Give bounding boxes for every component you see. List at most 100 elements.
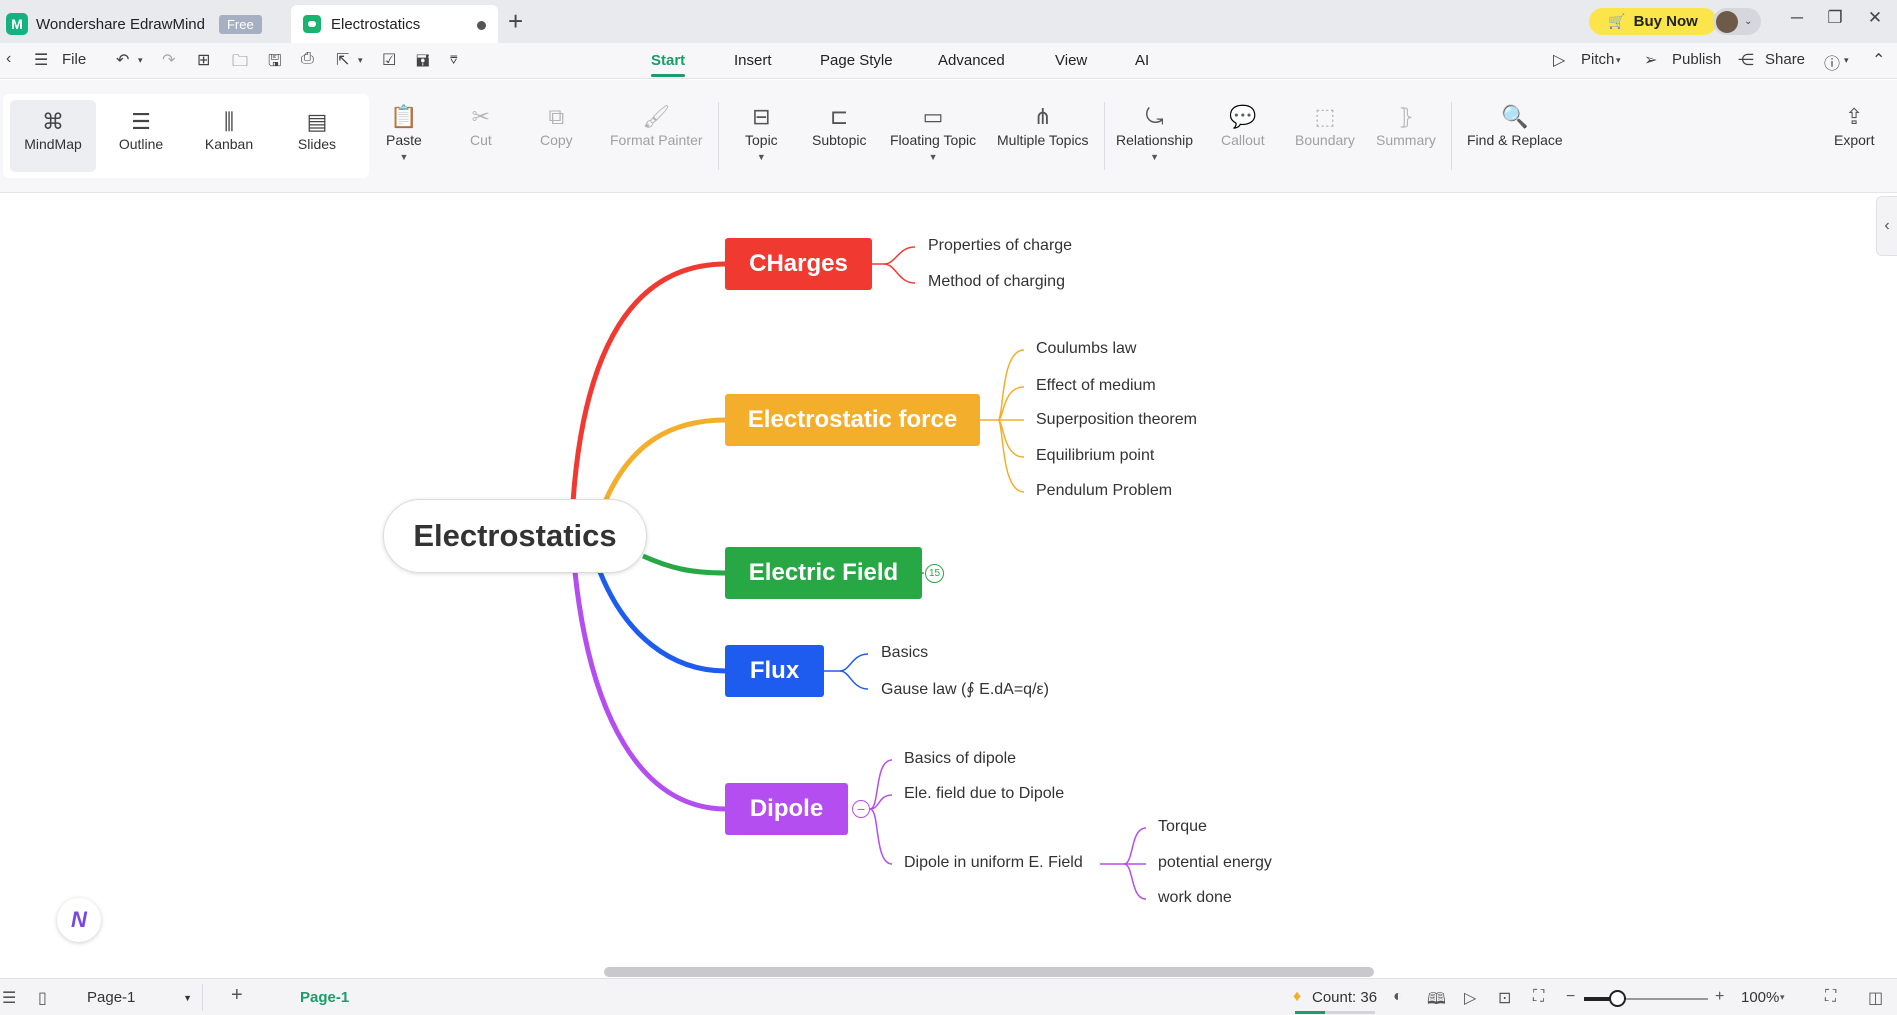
topic-charges[interactable]: CHarges: [725, 238, 872, 290]
tab-ai[interactable]: AI: [1135, 52, 1149, 69]
outline-panel-icon[interactable]: ☰: [2, 988, 16, 1008]
export-dropdown-icon[interactable]: ▾: [358, 55, 363, 66]
help-icon[interactable]: ⓘ: [1824, 50, 1840, 74]
topic-electric-field[interactable]: Electric Field: [725, 547, 922, 599]
undo-dropdown-icon[interactable]: ▾: [138, 55, 143, 66]
close-icon[interactable]: ✕: [1860, 8, 1890, 28]
undo-icon[interactable]: ↶: [116, 50, 129, 70]
avatar[interactable]: ⌄: [1713, 8, 1761, 35]
subtopic-item[interactable]: Ele. field due to Dipole: [904, 785, 1064, 803]
new-tab-button[interactable]: +: [508, 6, 523, 37]
subtopic-item[interactable]: Method of charging: [928, 273, 1065, 291]
add-page-button[interactable]: +: [231, 984, 243, 1007]
share-button[interactable]: Share: [1765, 51, 1805, 68]
ai-assistant-icon[interactable]: N: [57, 898, 101, 942]
view-kanban-button[interactable]: ⫼ Kanban: [186, 100, 272, 172]
topic-dropdown-icon[interactable]: ▼: [757, 152, 766, 162]
publish-icon[interactable]: ➢: [1644, 50, 1657, 70]
tab-view[interactable]: View: [1055, 52, 1087, 69]
print-icon[interactable]: ⎙: [301, 50, 314, 68]
checkbox-icon[interactable]: ☑: [382, 50, 396, 70]
page-tab[interactable]: Page-1: [300, 989, 349, 1006]
subtopic-item[interactable]: Basics of dipole: [904, 750, 1016, 768]
subtopic-item[interactable]: Equilibrium point: [1036, 447, 1154, 465]
collapse-branch-button[interactable]: −: [852, 800, 870, 818]
view-mindmap-button[interactable]: ⌘ MindMap: [10, 100, 96, 172]
zoom-slider-handle[interactable]: [1609, 990, 1626, 1007]
tab-start[interactable]: Start: [651, 52, 686, 77]
unsaved-dot-icon[interactable]: [477, 21, 486, 30]
save-icon[interactable]: 🖫: [268, 50, 282, 77]
hamburger-menu-icon[interactable]: ☰: [34, 50, 48, 70]
tab-insert[interactable]: Insert: [734, 52, 772, 69]
subtopic-item[interactable]: Superposition theorem: [1036, 411, 1197, 429]
back-icon[interactable]: ‹: [6, 50, 11, 68]
subtopic-item[interactable]: work done: [1158, 889, 1232, 907]
subtopic-item[interactable]: potential energy: [1158, 854, 1272, 872]
summary-button[interactable]: ⦄ Summary: [1376, 102, 1436, 148]
find-replace-button[interactable]: 🔍 Find & Replace: [1467, 102, 1563, 148]
topic-electrostatic-force[interactable]: Electrostatic force: [725, 394, 980, 446]
pitch-button[interactable]: Pitch: [1581, 51, 1614, 68]
fit-page-icon[interactable]: ⊡: [1498, 988, 1511, 1008]
multiple-topics-button[interactable]: ⋔ Multiple Topics: [997, 102, 1089, 148]
save-as-icon[interactable]: 🖬: [416, 50, 430, 77]
relationship-dropdown-icon[interactable]: ▼: [1150, 152, 1159, 162]
mindmap-canvas[interactable]: Electrostatics CHarges Electrostatic for…: [0, 194, 1897, 978]
paste-button[interactable]: 📋 Paste ▼: [386, 102, 422, 162]
view-outline-button[interactable]: ☰ Outline: [98, 100, 184, 172]
pitch-icon[interactable]: ▷: [1553, 50, 1565, 70]
export-quick-icon[interactable]: ⇱: [336, 50, 349, 70]
new-file-icon[interactable]: ⊞: [197, 50, 210, 70]
book-view-icon[interactable]: 🕮: [1427, 988, 1446, 1015]
share-icon[interactable]: ⋲: [1738, 50, 1754, 70]
pitch-dropdown-icon[interactable]: ▾: [1616, 55, 1621, 66]
file-menu[interactable]: File: [62, 51, 86, 68]
redo-icon[interactable]: ↷: [162, 50, 175, 70]
cut-button[interactable]: ✂ Cut: [470, 102, 492, 148]
subtopic-item[interactable]: Properties of charge: [928, 237, 1072, 255]
subtopic-item[interactable]: Effect of medium: [1036, 377, 1156, 395]
document-tab[interactable]: Electrostatics: [291, 5, 498, 43]
restore-icon[interactable]: ❐: [1820, 8, 1850, 28]
tab-page-style[interactable]: Page Style: [820, 52, 893, 69]
format-painter-button[interactable]: 🖌 Format Painter: [610, 102, 703, 148]
subtopic-item[interactable]: Coulumbs law: [1036, 340, 1136, 358]
collapsed-count-badge[interactable]: 15: [925, 564, 944, 583]
central-topic[interactable]: Electrostatics: [383, 499, 647, 573]
theme-icon[interactable]: ◐: [1393, 988, 1403, 1006]
app-tab[interactable]: M Wondershare EdrawMind Free: [6, 5, 262, 43]
subtopic-item[interactable]: Torque: [1158, 818, 1207, 836]
export-button[interactable]: ⇪ Export: [1834, 102, 1874, 148]
fit-width-icon[interactable]: ⛶: [1533, 988, 1544, 1006]
subtopic-item[interactable]: Gause law (∮ E.dA=q/ε): [881, 679, 1049, 699]
subtopic-button[interactable]: ⊏ Subtopic: [812, 102, 866, 148]
buy-now-button[interactable]: 🛒 Buy Now: [1589, 8, 1717, 35]
boundary-button[interactable]: ⬚ Boundary: [1295, 102, 1355, 148]
help-dropdown-icon[interactable]: ▾: [1844, 55, 1849, 66]
collapse-ribbon-icon[interactable]: ⌃: [1872, 50, 1885, 70]
callout-button[interactable]: 💬 Callout: [1221, 102, 1265, 148]
zoom-out-button[interactable]: −: [1566, 988, 1575, 1006]
open-folder-icon[interactable]: 🗀: [232, 50, 248, 77]
subtopic-item[interactable]: Pendulum Problem: [1036, 482, 1172, 500]
horizontal-scrollbar[interactable]: [604, 967, 1374, 977]
minimize-icon[interactable]: ─: [1782, 8, 1812, 28]
topic-dipole[interactable]: Dipole: [725, 783, 848, 835]
panel-toggle-icon[interactable]: ◫: [1868, 988, 1883, 1008]
floating-topic-dropdown-icon[interactable]: ▼: [929, 152, 938, 162]
side-panel-toggle-icon[interactable]: ‹: [1876, 196, 1897, 256]
topic-flux[interactable]: Flux: [725, 645, 824, 697]
more-tools-icon[interactable]: ⩢: [450, 53, 457, 68]
subtopic-item[interactable]: Basics: [881, 644, 928, 662]
page-thumbnail-icon[interactable]: ▯: [38, 988, 47, 1008]
publish-button[interactable]: Publish: [1672, 51, 1721, 68]
zoom-in-button[interactable]: +: [1715, 988, 1724, 1006]
page-select-dropdown[interactable]: Page-1 ▼: [77, 984, 203, 1011]
play-icon[interactable]: ▷: [1464, 988, 1476, 1008]
tab-advanced[interactable]: Advanced: [938, 52, 1005, 69]
relationship-button[interactable]: ⤿ Relationship ▼: [1116, 102, 1193, 162]
paste-dropdown-icon[interactable]: ▼: [399, 152, 408, 162]
subtopic-item[interactable]: Dipole in uniform E. Field: [904, 854, 1083, 872]
zoom-level[interactable]: 100%: [1741, 989, 1779, 1006]
